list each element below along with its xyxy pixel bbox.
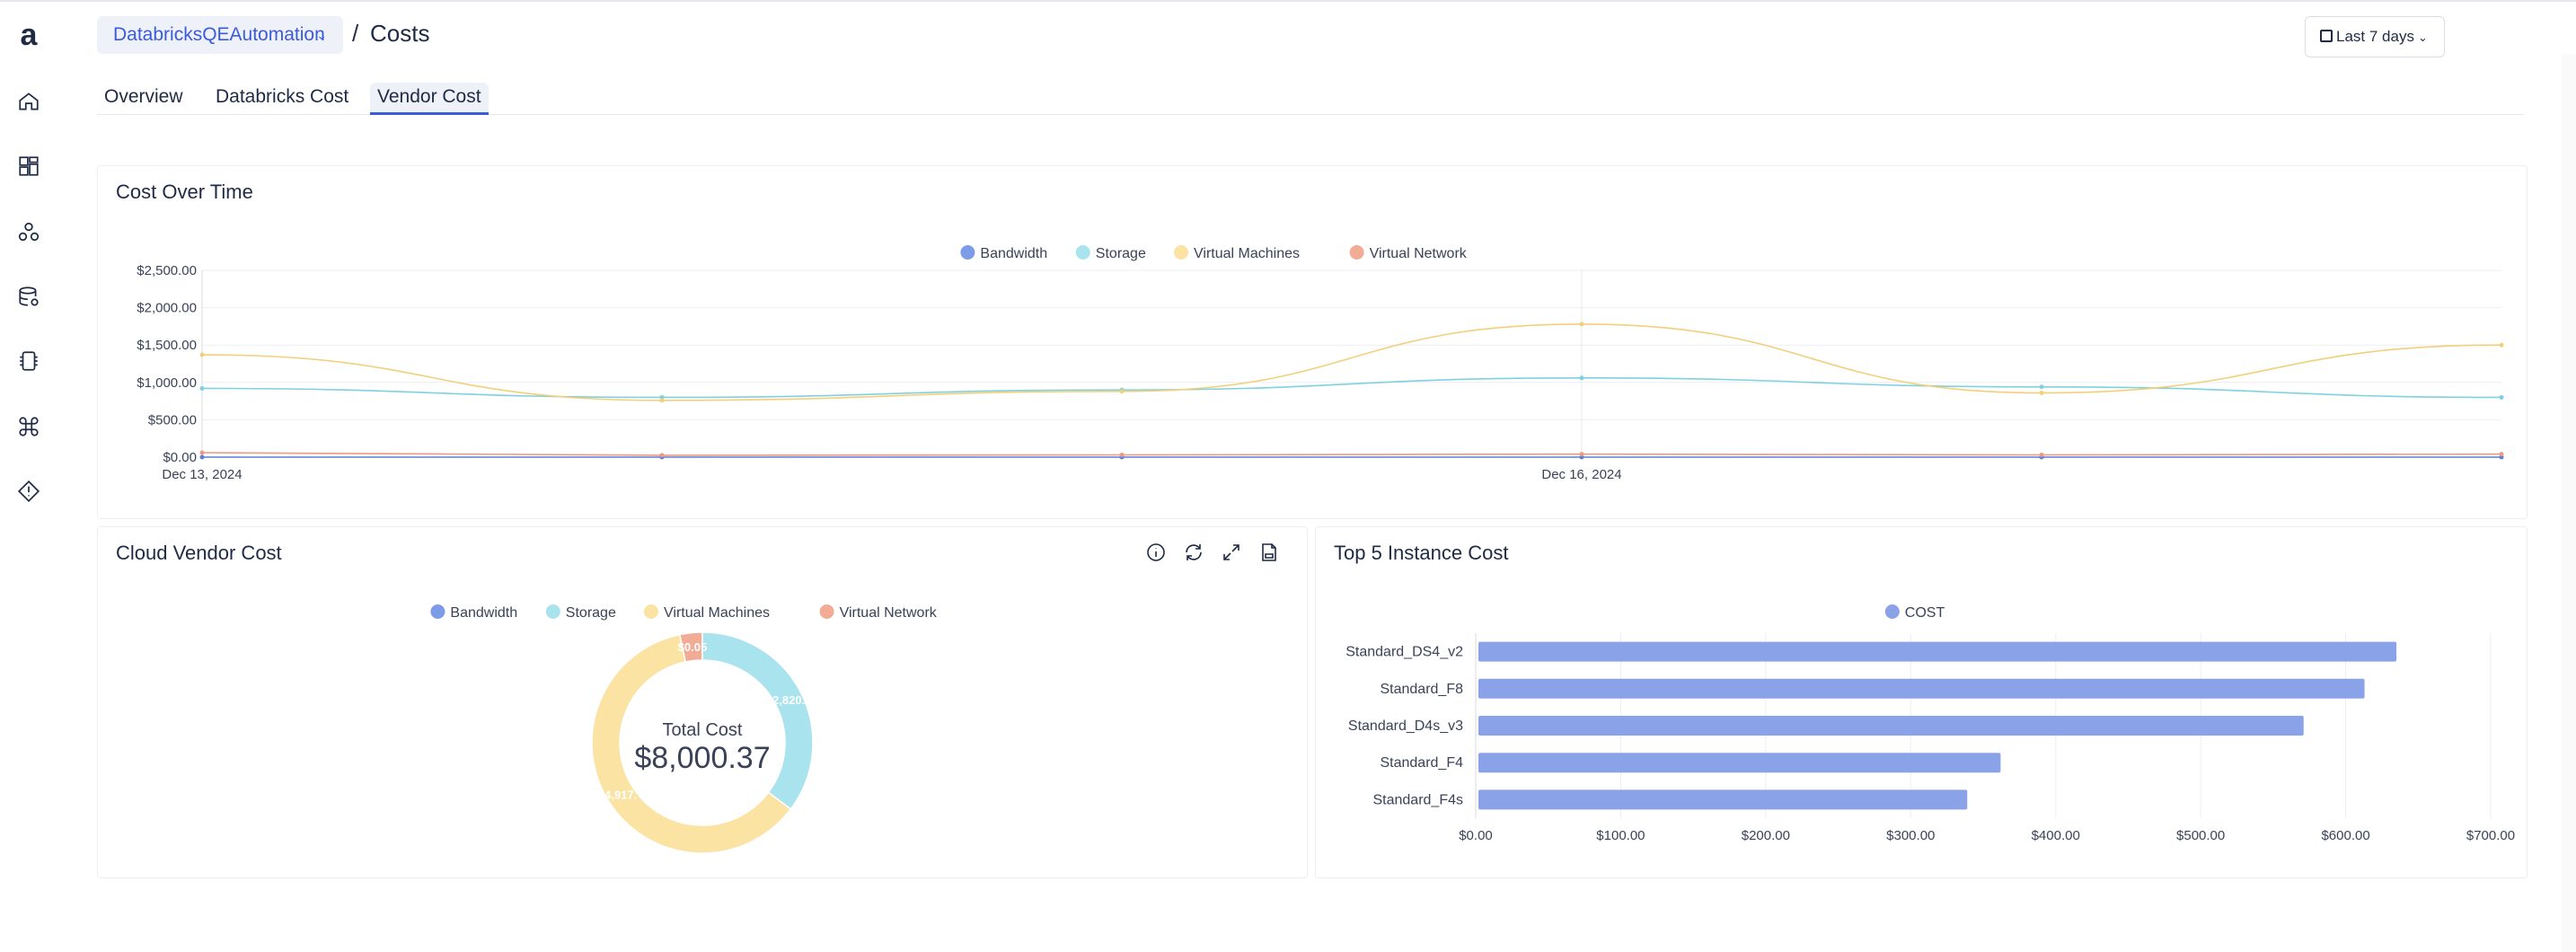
- x-tick-label: Dec 13, 2024: [162, 467, 242, 482]
- category-label: Standard_D4s_v3: [1348, 718, 1463, 734]
- legend-swatch-bandwidth: [430, 604, 446, 619]
- cluster-icon[interactable]: [17, 220, 40, 243]
- legend-swatch-storage: [1075, 245, 1090, 260]
- slice-label: $0.05: [678, 640, 708, 654]
- calendar-icon: [2320, 30, 2333, 42]
- legend-swatch-virtual-machines: [644, 604, 658, 619]
- database-icon[interactable]: [17, 285, 40, 308]
- top-border: [0, 0, 2576, 2]
- y-tick-label: $500.00: [148, 412, 197, 428]
- date-range-label: Last 7 days: [2336, 28, 2414, 45]
- legend-label-virtual-network: Virtual Network: [1370, 246, 1468, 261]
- series-line-virtual-machines: [201, 323, 2502, 401]
- date-range-dropdown[interactable]: Last 7 days ⌄: [2305, 16, 2445, 57]
- data-point-virtual-network: [659, 453, 665, 458]
- chevron-down-icon: ⌄: [2417, 31, 2428, 44]
- category-label: Standard_F8: [1380, 682, 1463, 697]
- total-cost-value: $8,000.37: [634, 741, 770, 775]
- sidebar: a: [0, 2, 57, 952]
- legend-label-virtual-network: Virtual Network: [840, 605, 938, 621]
- legend-swatch-storage: [545, 604, 560, 619]
- x-tick-label: $0.00: [1459, 828, 1493, 843]
- x-tick-label: $100.00: [1596, 828, 1645, 843]
- x-tick-label: $300.00: [1886, 828, 1935, 843]
- y-tick-label: $0.00: [163, 450, 197, 465]
- category-label: Standard_F4: [1380, 755, 1463, 771]
- legend-swatch-virtual-network: [1349, 245, 1364, 260]
- x-tick-label: $400.00: [2032, 828, 2080, 843]
- tab-vendor-cost[interactable]: Vendor Cost: [370, 83, 489, 115]
- app-logo[interactable]: a: [15, 20, 42, 50]
- legend-label-storage: Storage: [1096, 246, 1146, 261]
- legend-label-bandwidth: Bandwidth: [980, 246, 1047, 261]
- legend-swatch-cost: [1884, 604, 1900, 619]
- data-point-virtual-network: [2499, 452, 2504, 457]
- workspace-label: DatabricksQEAutomation: [113, 24, 325, 45]
- chip-icon[interactable]: [17, 349, 40, 373]
- data-point-storage: [2499, 394, 2504, 400]
- x-tick-label: Dec 16, 2024: [1541, 467, 1621, 482]
- cloud-vendor-cost-chart: Bandwidth Storage Virtual Machines Virtual …: [430, 604, 938, 854]
- slice-label: 2,820.: [772, 693, 805, 707]
- legend-label-storage: Storage: [566, 605, 616, 621]
- legend-label-virtual-machines: Virtual Machines: [664, 605, 770, 621]
- tab-overview[interactable]: Overview: [97, 83, 190, 115]
- data-point-storage: [199, 385, 205, 391]
- x-tick-label: $600.00: [2321, 828, 2369, 843]
- y-tick-label: $1,500.00: [137, 338, 197, 353]
- x-tick-label: $700.00: [2466, 828, 2515, 843]
- category-label: Standard_F4s: [1372, 792, 1463, 807]
- breadcrumb-separator: /: [352, 20, 359, 47]
- data-point-virtual-network: [199, 450, 205, 455]
- scrollbar[interactable]: [2562, 54, 2576, 952]
- workspace-dropdown[interactable]: DatabricksQEAutomation ⌄: [97, 16, 343, 54]
- data-point-virtual-machines: [659, 398, 665, 403]
- data-point-storage: [2039, 384, 2044, 390]
- dashboard-icon[interactable]: [17, 154, 40, 178]
- legend-label-virtual-machines: Virtual Machines: [1194, 246, 1300, 261]
- data-point-virtual-machines: [2499, 342, 2504, 348]
- category-label: Standard_DS4_v2: [1345, 645, 1463, 660]
- data-point-virtual-machines: [1119, 389, 1125, 394]
- legend-label-bandwidth: Bandwidth: [450, 605, 517, 621]
- data-point-bandwidth: [199, 454, 205, 460]
- cost-over-time-card: Cost Over Time Bandwidth Storage Virtual M…: [97, 165, 2527, 519]
- slice-label: 4,917.: [604, 789, 637, 802]
- bar-standard-f4: [1478, 753, 2001, 773]
- legend-swatch-virtual-network: [819, 604, 834, 619]
- data-point-virtual-machines: [199, 352, 205, 357]
- tab-databricks-cost[interactable]: Databricks Cost: [208, 83, 356, 115]
- bar-standard-d4s-v3: [1478, 716, 2304, 736]
- bar-standard-f8: [1478, 678, 2365, 699]
- data-point-virtual-network: [2039, 453, 2044, 458]
- y-tick-label: $2,500.00: [137, 263, 197, 278]
- data-point-virtual-network: [1579, 452, 1584, 457]
- data-point-storage: [1579, 375, 1584, 381]
- cloud-vendor-cost-card: Cloud Vendor Cost Bandwidth Storage Virtua…: [97, 526, 1308, 878]
- top-instance-cost-card: Top 5 Instance Cost COST $0.00 $100.00 $200…: [1315, 526, 2527, 878]
- series-line-virtual-network: [201, 452, 2502, 456]
- diamond-alert-icon[interactable]: [17, 480, 40, 503]
- page-title: Costs: [370, 20, 430, 47]
- bar-standard-f4s: [1478, 789, 1968, 810]
- y-tick-label: $2,000.00: [137, 301, 197, 316]
- x-tick-label: $200.00: [1742, 828, 1790, 843]
- legend-swatch-virtual-machines: [1174, 245, 1188, 260]
- top-instance-cost-chart: COST $0.00 $100.00 $200.00 $300.00 $400.00 $50…: [1345, 604, 2515, 843]
- chevron-down-icon: ⌄: [316, 28, 327, 42]
- data-point-virtual-machines: [1579, 322, 1584, 327]
- command-icon[interactable]: [17, 415, 40, 438]
- legend-label-cost: COST: [1905, 605, 1945, 621]
- tab-bar: Overview Databricks Cost Vendor Cost: [97, 75, 2524, 115]
- data-point-virtual-network: [1119, 453, 1125, 458]
- data-point-virtual-machines: [2039, 390, 2044, 395]
- total-cost-label: Total Cost: [663, 720, 743, 740]
- x-tick-label: $500.00: [2176, 828, 2225, 843]
- y-tick-label: $1,000.00: [137, 375, 197, 391]
- home-icon[interactable]: [17, 90, 40, 113]
- bar-standard-ds4-v2: [1478, 641, 2397, 662]
- cost-over-time-chart: Bandwidth Storage Virtual Machines Virtual …: [137, 245, 2504, 482]
- legend-swatch-bandwidth: [960, 245, 975, 260]
